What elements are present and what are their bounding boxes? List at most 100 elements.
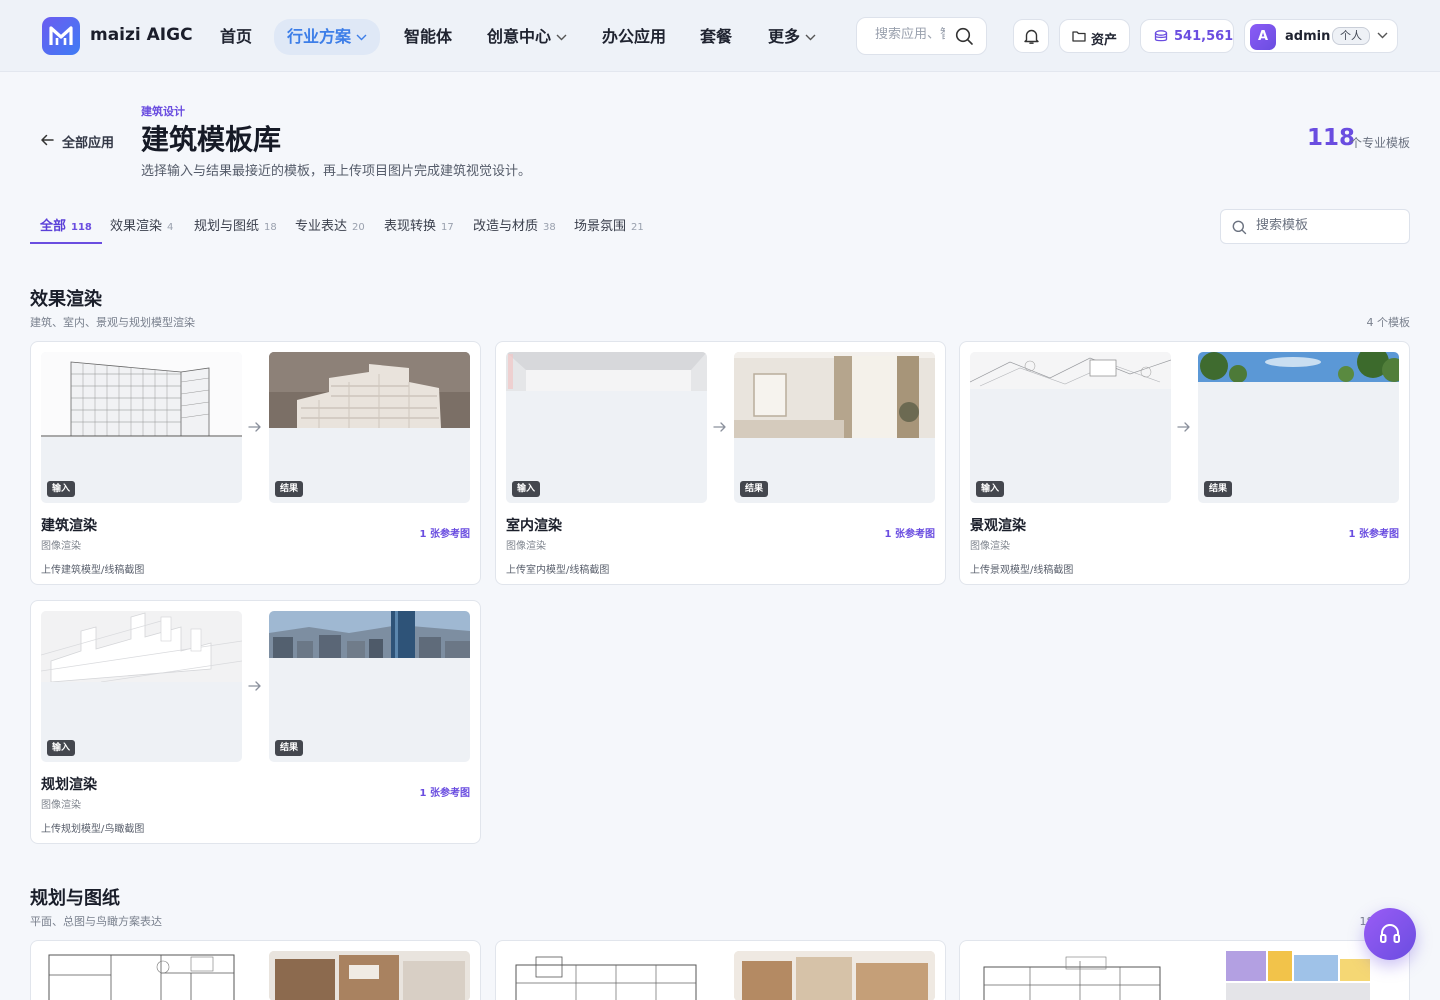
chevron-down-icon bbox=[356, 34, 367, 41]
section-title: 规划与图纸 bbox=[30, 888, 120, 909]
tab-style-conversion[interactable]: 表现转换 17 bbox=[374, 209, 464, 244]
card-description: 上传室内模型/线稿截图 bbox=[506, 565, 610, 576]
notifications-button[interactable] bbox=[1013, 19, 1049, 53]
search-icon bbox=[1232, 220, 1247, 235]
section-title: 效果渲染 bbox=[30, 289, 102, 310]
breadcrumb[interactable]: 建筑设计 bbox=[141, 103, 185, 119]
chevron-down-icon bbox=[805, 34, 816, 41]
template-total-count: 118 bbox=[1307, 125, 1356, 151]
floor-plan-image bbox=[48, 954, 235, 1000]
input-badge: 输入 bbox=[47, 740, 76, 756]
nav-item-home[interactable]: 首页 bbox=[207, 19, 265, 55]
template-card-landscape-render[interactable]: 输入 结果 景观渲染 图像渲染 上传景观模型/线稿截图 1 张参考图 bbox=[959, 341, 1410, 585]
card-type: 图像渲染 bbox=[970, 541, 1010, 552]
tab-professional-expression[interactable]: 专业表达 20 bbox=[285, 209, 375, 244]
colored-plan-image bbox=[1226, 951, 1370, 1000]
input-preview bbox=[970, 951, 1171, 1000]
tab-renovation-materials[interactable]: 改造与材质 38 bbox=[463, 209, 566, 244]
assets-label: 资产 bbox=[1091, 33, 1118, 48]
global-search-input[interactable] bbox=[875, 27, 945, 42]
template-card-architecture-render[interactable]: 输入 结果 建筑渲染 图像渲染 上传建筑模型/线稿截图 1 张参考图 bbox=[30, 341, 481, 585]
template-card[interactable] bbox=[30, 940, 481, 1000]
arrow-right-icon bbox=[1177, 422, 1190, 432]
credits-button[interactable]: 541,561 bbox=[1140, 19, 1234, 53]
top-navigation-bar: maizi AIGC 首页 行业方案 智能体 创意中心 办公应用 套餐 更多 资… bbox=[0, 0, 1440, 72]
template-card[interactable] bbox=[495, 940, 946, 1000]
section-subtitle: 平面、总图与鸟瞰方案表达 bbox=[30, 915, 162, 928]
result-preview: 结果 bbox=[1198, 352, 1399, 503]
template-card-interior-render[interactable]: 输入 结果 室内渲染 图像渲染 上传室内模型/线稿截图 1 张参考图 bbox=[495, 341, 946, 585]
nav-item-more[interactable]: 更多 bbox=[755, 19, 829, 55]
template-total-unit: 个专业模板 bbox=[1350, 136, 1411, 150]
card-description: 上传建筑模型/线稿截图 bbox=[41, 565, 145, 576]
tab-scene-atmosphere[interactable]: 场景氛围 21 bbox=[564, 209, 654, 244]
headset-icon bbox=[1380, 924, 1400, 943]
brand-name[interactable]: maizi AIGC bbox=[90, 25, 193, 45]
nav-item-industry-solutions[interactable]: 行业方案 bbox=[274, 19, 381, 55]
nav-item-creative-center[interactable]: 创意中心 bbox=[474, 19, 580, 55]
input-preview: 输入 bbox=[506, 352, 707, 503]
city-render-image bbox=[269, 611, 470, 658]
page-description: 选择输入与结果最接近的模板，再上传项目图片完成建筑视觉设计。 bbox=[141, 164, 532, 179]
card-title: 建筑渲染 bbox=[41, 518, 97, 534]
assets-button[interactable]: 资产 bbox=[1059, 19, 1130, 53]
input-badge: 输入 bbox=[47, 481, 76, 497]
interior-render-image bbox=[734, 352, 935, 438]
result-badge: 结果 bbox=[740, 481, 769, 497]
customer-support-button[interactable] bbox=[1364, 908, 1416, 960]
section-subtitle: 建筑、室内、景观与规划模型渲染 bbox=[30, 316, 195, 329]
template-card-planning-render[interactable]: 输入 结果 规划渲染 图像渲染 上传规划模型/鸟瞰截图 1 张参考图 bbox=[30, 600, 481, 844]
building-sketch-image bbox=[41, 352, 242, 437]
chevron-down-icon bbox=[1377, 32, 1388, 39]
card-title: 室内渲染 bbox=[506, 518, 562, 534]
interior-sketch-image bbox=[506, 352, 707, 391]
nav-item-plans[interactable]: 套餐 bbox=[687, 19, 745, 55]
template-search-input[interactable] bbox=[1256, 218, 1396, 233]
template-search[interactable] bbox=[1220, 209, 1410, 244]
tab-rendering[interactable]: 效果渲染 4 bbox=[100, 209, 183, 244]
credits-balance: 541,561 bbox=[1174, 29, 1234, 44]
card-description: 上传规划模型/鸟瞰截图 bbox=[41, 824, 145, 835]
card-reference-count[interactable]: 1 张参考图 bbox=[885, 525, 935, 540]
input-badge: 输入 bbox=[976, 481, 1005, 497]
tab-all[interactable]: 全部 118 bbox=[30, 209, 102, 244]
avatar: A bbox=[1250, 24, 1276, 50]
card-type: 图像渲染 bbox=[41, 541, 81, 552]
template-card[interactable] bbox=[959, 940, 1410, 1000]
landscape-render-image bbox=[1198, 352, 1399, 382]
global-search[interactable] bbox=[856, 17, 987, 55]
result-badge: 结果 bbox=[1204, 481, 1233, 497]
arrow-right-icon bbox=[713, 422, 726, 432]
card-description: 上传景观模型/线稿截图 bbox=[970, 565, 1074, 576]
result-preview: 结果 bbox=[734, 352, 935, 503]
coins-icon bbox=[1154, 30, 1168, 42]
card-reference-count[interactable]: 1 张参考图 bbox=[420, 525, 470, 540]
folder-icon bbox=[1072, 31, 1086, 42]
input-preview: 输入 bbox=[41, 611, 242, 762]
user-menu[interactable]: A admin 个人 bbox=[1244, 19, 1398, 53]
result-preview bbox=[1198, 951, 1399, 1000]
card-title: 规划渲染 bbox=[41, 777, 97, 793]
planning-model-image bbox=[41, 611, 242, 682]
nav-item-agents[interactable]: 智能体 bbox=[391, 19, 465, 55]
back-label: 全部应用 bbox=[62, 136, 115, 151]
result-preview: 结果 bbox=[269, 352, 470, 503]
bell-icon bbox=[1024, 29, 1039, 44]
tab-planning-drawings[interactable]: 规划与图纸 18 bbox=[184, 209, 287, 244]
floor-plan-image bbox=[983, 956, 1161, 1000]
result-preview bbox=[734, 951, 935, 1000]
chevron-down-icon bbox=[556, 34, 567, 41]
nav-item-office-apps[interactable]: 办公应用 bbox=[589, 19, 679, 55]
card-reference-count[interactable]: 1 张参考图 bbox=[1349, 525, 1399, 540]
arrow-right-icon bbox=[248, 681, 261, 691]
input-preview: 输入 bbox=[41, 352, 242, 503]
logo-m-icon[interactable] bbox=[42, 17, 80, 55]
input-preview: 输入 bbox=[970, 352, 1171, 503]
building-model-image bbox=[269, 352, 470, 428]
arrow-left-icon bbox=[41, 134, 54, 146]
section-template-count: 4 个模板 bbox=[1366, 316, 1411, 329]
card-reference-count[interactable]: 1 张参考图 bbox=[420, 784, 470, 799]
result-badge: 结果 bbox=[275, 481, 304, 497]
search-icon[interactable] bbox=[955, 27, 974, 46]
account-type-badge: 个人 bbox=[1332, 27, 1370, 45]
